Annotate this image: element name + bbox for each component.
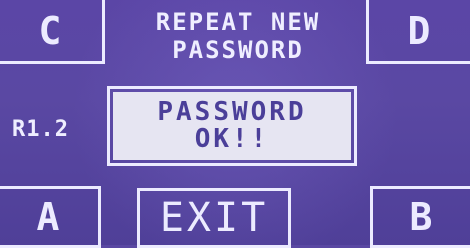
status-box: PASSWORD OK!! <box>113 92 351 160</box>
softkey-b-label: B <box>409 195 435 239</box>
version-label: R1.2 <box>12 117 69 142</box>
status-line-2: OK!! <box>194 124 270 154</box>
title-line-2: PASSWORD <box>172 36 304 64</box>
softkey-d[interactable]: D <box>366 0 470 64</box>
softkey-a[interactable]: A <box>0 186 101 248</box>
exit-button-label: EXIT <box>159 195 269 241</box>
softkey-c-label: C <box>38 8 64 53</box>
softkey-c[interactable]: C <box>0 0 105 64</box>
status-line-1: PASSWORD <box>157 96 307 127</box>
softkey-d-label: D <box>407 8 433 53</box>
title-line-1: REPEAT NEW <box>155 8 321 36</box>
softkey-b[interactable]: B <box>370 186 470 248</box>
exit-button[interactable]: EXIT <box>137 188 291 248</box>
lcd-screen: C REPEAT NEW PASSWORD D R1.2 PASSWORD OK… <box>0 0 470 248</box>
softkey-a-label: A <box>36 195 62 239</box>
